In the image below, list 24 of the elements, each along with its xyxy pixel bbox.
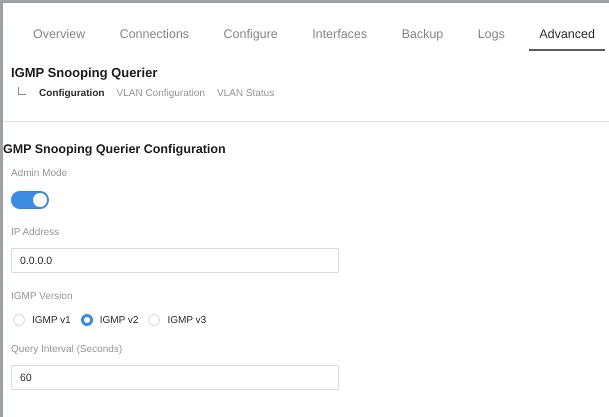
field-label: IP Address [11,227,60,238]
radio-label: IGMP v3 [167,314,206,326]
radio-button[interactable] [80,314,93,326]
field-label: Admin Mode [11,168,68,179]
tab[interactable]: Logs [468,23,515,51]
tab[interactable]: Configure [214,23,288,51]
section-title: GMP Snooping Querier Configuration [3,142,226,156]
radio-label: IGMP v2 [100,314,138,326]
tab[interactable]: Connections [110,23,200,51]
tab[interactable]: Interfaces [302,23,378,51]
input-field[interactable]: 60 [11,365,339,390]
subnav-link[interactable]: VLAN Configuration [116,88,205,99]
field-label: Query Interval (Seconds) [11,344,122,355]
tab[interactable]: Overview [23,23,96,51]
subnav-link[interactable]: VLAN Status [216,88,274,99]
tree-branch-icon [18,86,26,94]
tab[interactable]: Backup [392,23,454,51]
tab[interactable]: Advanced [529,23,605,51]
toggle-switch[interactable] [11,191,49,209]
input-field[interactable]: 0.0.0.0 [11,248,339,273]
subnav-link[interactable]: Configuration [39,88,105,99]
page-title: IGMP Snooping Querier [11,65,158,80]
field-label: IGMP Version [11,291,73,302]
radio-label: IGMP v1 [32,314,71,326]
